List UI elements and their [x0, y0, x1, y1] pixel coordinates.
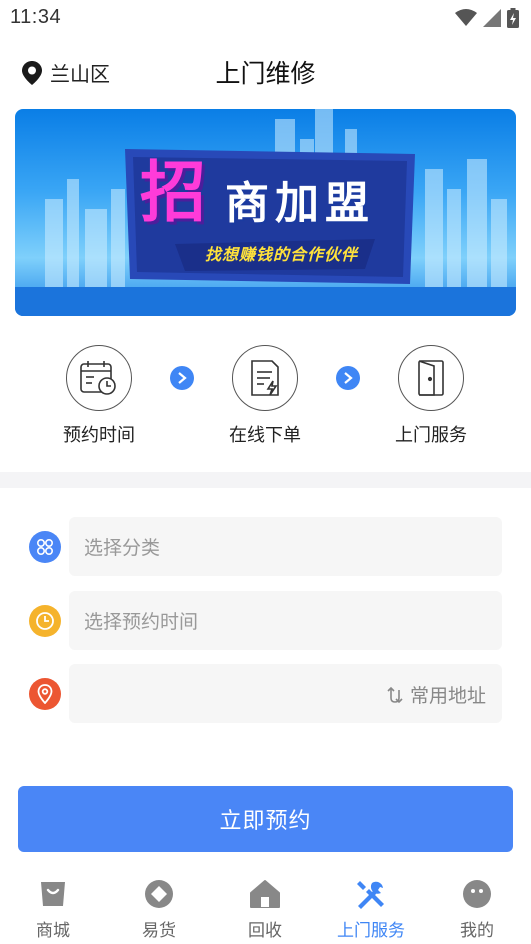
signal-icon: [483, 9, 501, 27]
tab-label: 上门服务: [337, 921, 405, 940]
door-icon: [418, 360, 444, 396]
category-row: 选择分类: [28, 517, 502, 576]
promo-banner[interactable]: 招 商加盟 找想赚钱的合作伙伴: [15, 109, 516, 316]
location-text: 兰山区: [50, 64, 110, 86]
common-address-link[interactable]: 常用地址: [386, 681, 486, 708]
address-row: 常用地址: [28, 664, 502, 723]
shopping-bag-icon: [41, 882, 65, 906]
common-address-label: 常用地址: [409, 686, 486, 707]
process-steps: 预约时间 在线下单 上门服务: [0, 345, 531, 450]
tab-label: 我的: [460, 921, 494, 940]
book-now-button[interactable]: 立即预约: [18, 786, 513, 852]
step-label: 上门服务: [395, 425, 467, 445]
appointment-time-select[interactable]: 选择预约时间: [69, 591, 502, 650]
address-input[interactable]: 常用地址: [69, 664, 502, 723]
time-row: 选择预约时间: [28, 591, 502, 650]
category-placeholder: 选择分类: [84, 538, 161, 559]
location-selector[interactable]: 兰山区: [22, 58, 110, 87]
tab-label: 易货: [142, 921, 176, 940]
category-select[interactable]: 选择分类: [69, 517, 502, 576]
step-appointment-time: 预约时间: [39, 345, 159, 447]
home-icon: [250, 880, 280, 908]
status-icons: [455, 8, 519, 28]
step-arrow-icon: [336, 366, 360, 390]
profile-face-icon: [463, 880, 491, 908]
battery-icon: [507, 8, 519, 28]
barter-icon: [145, 880, 173, 908]
step-label: 在线下单: [229, 425, 301, 445]
tab-label: 回收: [248, 921, 282, 940]
step-online-order: 在线下单: [205, 345, 325, 447]
section-divider: [0, 472, 531, 488]
tools-icon: [357, 881, 384, 909]
clock-icon: [29, 605, 61, 637]
bottom-tab-bar: 商城 易货 回收 上门服务 我的: [0, 866, 531, 944]
header: 上门维修 兰山区: [0, 50, 531, 94]
tab-mine[interactable]: 我的: [424, 878, 530, 941]
status-bar: 11:34: [0, 0, 531, 36]
tab-label: 商城: [36, 921, 70, 940]
step-arrow-icon: [170, 366, 194, 390]
tab-door-service[interactable]: 上门服务: [318, 878, 424, 941]
step-label: 预约时间: [63, 425, 135, 445]
banner-headline: 商加盟: [225, 179, 375, 228]
tab-barter[interactable]: 易货: [106, 878, 212, 941]
tab-recycle[interactable]: 回收: [212, 878, 318, 941]
status-time: 11:34: [10, 6, 62, 28]
time-placeholder: 选择预约时间: [84, 612, 199, 633]
banner-subtitle: 找想赚钱的合作伙伴: [205, 247, 359, 264]
step-door-service: 上门服务: [371, 345, 491, 447]
swap-icon: [387, 686, 403, 703]
wifi-icon: [455, 9, 477, 26]
tab-mall[interactable]: 商城: [0, 878, 106, 941]
order-form-icon: [251, 360, 279, 396]
map-pin-icon: [22, 60, 42, 85]
banner-big-char: 招: [140, 154, 206, 231]
category-icon: [29, 531, 61, 563]
location-icon: [29, 678, 61, 710]
calendar-clock-icon: [80, 361, 116, 395]
